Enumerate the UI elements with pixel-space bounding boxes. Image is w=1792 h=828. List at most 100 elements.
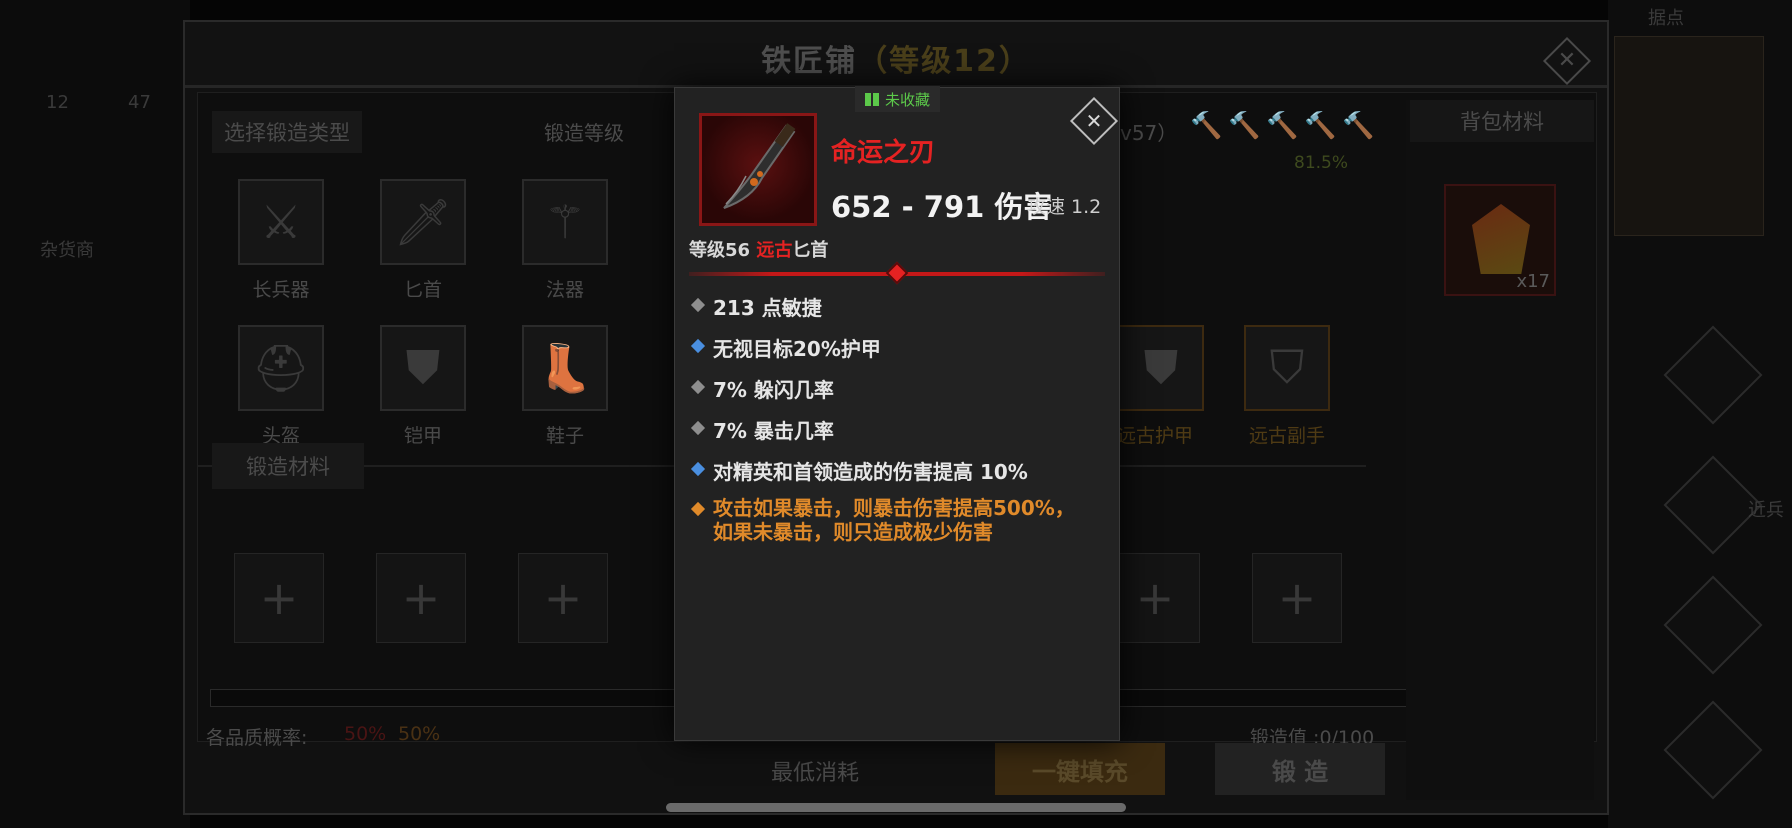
item-tooltip: 未收藏 ✕ 命运之刃 652 - 791 伤害 攻速 1.2 等级56 远古匕首…	[674, 86, 1120, 741]
diamond-bullet-icon	[690, 420, 706, 436]
item-rarity: 远古	[756, 240, 793, 261]
type-slot-polearm[interactable]: ⚔	[238, 179, 324, 265]
affix-text: 无视目标20%护甲	[713, 337, 881, 361]
tooltip-close-button[interactable]: ✕	[1069, 96, 1119, 146]
material-slot[interactable]: +	[234, 553, 324, 643]
type-label: 鞋子	[545, 425, 584, 447]
bg-label: 47	[128, 92, 151, 113]
bg-label: 近兵	[1748, 500, 1784, 521]
panel-title-text: 铁匠铺	[761, 44, 858, 79]
type-label: 铠甲	[403, 425, 442, 447]
ancient-armor-icon: ⛊	[1143, 340, 1179, 394]
boot-icon: 👢	[536, 340, 594, 395]
type-label: 长兵器	[252, 279, 310, 301]
material-slot[interactable]: +	[376, 553, 466, 643]
type-label-ancient: 远古副手	[1248, 425, 1325, 447]
type-label: 匕首	[403, 279, 442, 301]
quality-label: 各品质概率:	[206, 727, 308, 749]
dagger-icon: 🗡	[393, 194, 453, 249]
plus-icon: +	[259, 571, 299, 625]
item-attack-speed: 攻速 1.2	[1027, 196, 1102, 218]
type-slot-dagger[interactable]: 🗡	[380, 179, 466, 265]
item-level-line: 等级56 远古匕首	[689, 236, 828, 262]
item-type: 匕首	[792, 240, 829, 261]
bag-item-count: x17	[1516, 271, 1550, 292]
forge-button[interactable]: 锻 造	[1215, 743, 1385, 795]
armor-icon: ⛊	[405, 340, 441, 394]
item-level: 等级56	[689, 240, 751, 261]
gem-icon	[1472, 204, 1530, 274]
type-slot-staff[interactable]: ⚚	[522, 179, 608, 265]
background-left: 12 47 杂货商	[0, 0, 190, 828]
collection-status: 未收藏	[885, 90, 931, 109]
bg-merchant-label: 杂货商	[40, 240, 94, 261]
helmet-icon: ⛑	[251, 340, 311, 395]
item-icon-frame	[699, 113, 817, 226]
legendary-affix-line: 攻击如果暴击，则暴击伤害提高500%，	[713, 496, 1075, 520]
dagger-icon	[723, 123, 796, 209]
close-icon: ✕	[1557, 48, 1577, 73]
bg-stronghold-label: 据点	[1648, 8, 1684, 29]
plus-icon: +	[543, 571, 583, 625]
quality-value-legendary: 50%	[344, 723, 387, 745]
type-slot-armor[interactable]: ⛊	[380, 325, 466, 411]
book-icon	[865, 92, 879, 106]
axe-icon: ⚔	[260, 195, 302, 249]
diamond-bullet-icon	[690, 379, 706, 395]
collection-badge: 未收藏	[855, 86, 941, 112]
legendary-affix-line: 如果未暴击，则只造成极少伤害	[713, 520, 993, 544]
quality-value-ancient: 50%	[398, 723, 441, 745]
affix-line: 对精英和首领造成的伤害提高 10%	[689, 456, 1109, 485]
material-slot[interactable]: +	[518, 553, 608, 643]
affix-text: 对精英和首领造成的伤害提高 10%	[713, 460, 1028, 484]
material-slot[interactable]: +	[1110, 553, 1200, 643]
type-label: 法器	[545, 279, 584, 301]
side-potion-icon	[1663, 575, 1763, 675]
item-name: 命运之刃	[831, 138, 936, 168]
select-type-label: 选择锻造类型	[212, 111, 362, 153]
min-cost-button[interactable]: 最低消耗	[745, 745, 885, 797]
affix-line: 无视目标20%护甲	[689, 333, 1109, 362]
affix-line: 7% 躲闪几率	[689, 374, 1109, 403]
affix-text: 7% 躲闪几率	[713, 378, 834, 402]
material-slot[interactable]: +	[1252, 553, 1342, 643]
panel-title-level: （等级12）	[857, 44, 1031, 79]
type-slot-helmet[interactable]: ⛑	[238, 325, 324, 411]
type-slot-ancient-offhand[interactable]: ⛉	[1244, 325, 1330, 411]
staff-icon: ⚚	[544, 195, 586, 249]
bg-label: 12	[46, 92, 69, 113]
hammer-icon: 🔨	[1266, 111, 1299, 141]
divider-gem-icon	[885, 261, 909, 285]
panel-title: 铁匠铺（等级12）	[185, 36, 1607, 80]
type-slot-ancient-armor[interactable]: ⛊	[1118, 325, 1204, 411]
type-slot-boots[interactable]: 👢	[522, 325, 608, 411]
legendary-affix: 攻击如果暴击，则暴击伤害提高500%， 如果未暴击，则只造成极少伤害	[689, 496, 1109, 544]
hammer-icon: 🔨	[1228, 111, 1261, 141]
diamond-bullet-icon	[690, 338, 706, 354]
background-right: 据点 近兵	[1608, 0, 1792, 828]
forge-level-label: 锻造等级	[544, 121, 624, 145]
ancient-offhand-icon: ⛉	[1269, 340, 1305, 394]
affix-text: 213 点敏捷	[713, 296, 822, 320]
minimap	[1614, 36, 1764, 236]
bag-panel: 背包材料 x17	[1406, 100, 1594, 800]
affix-line: 7% 暴击几率	[689, 415, 1109, 444]
bag-label: 背包材料	[1410, 100, 1594, 142]
legendary-affix-text: 攻击如果暴击，则暴击伤害提高500%， 如果未暴击，则只造成极少伤害	[713, 496, 1075, 544]
materials-label: 锻造材料	[212, 443, 364, 489]
plus-icon: +	[1277, 571, 1317, 625]
diamond-bullet-icon	[690, 501, 706, 517]
diamond-bullet-icon	[690, 297, 706, 313]
hammer-icon: 🔨	[1342, 111, 1375, 141]
affix-line: 213 点敏捷	[689, 292, 1109, 321]
auto-fill-button[interactable]: 一键填充	[995, 743, 1165, 795]
item-damage: 652 - 791 伤害	[831, 190, 1053, 224]
hammer-icon: 🔨	[1304, 111, 1337, 141]
panel-header: 铁匠铺（等级12） ✕	[185, 22, 1607, 88]
bag-item-slot[interactable]: x17	[1444, 184, 1556, 296]
hammer-icon: 🔨	[1190, 111, 1223, 141]
close-icon: ✕	[1085, 109, 1103, 133]
forge-level-value: v57）	[1120, 121, 1178, 145]
plus-icon: +	[401, 571, 441, 625]
success-rate: 81.5%	[1294, 153, 1349, 173]
